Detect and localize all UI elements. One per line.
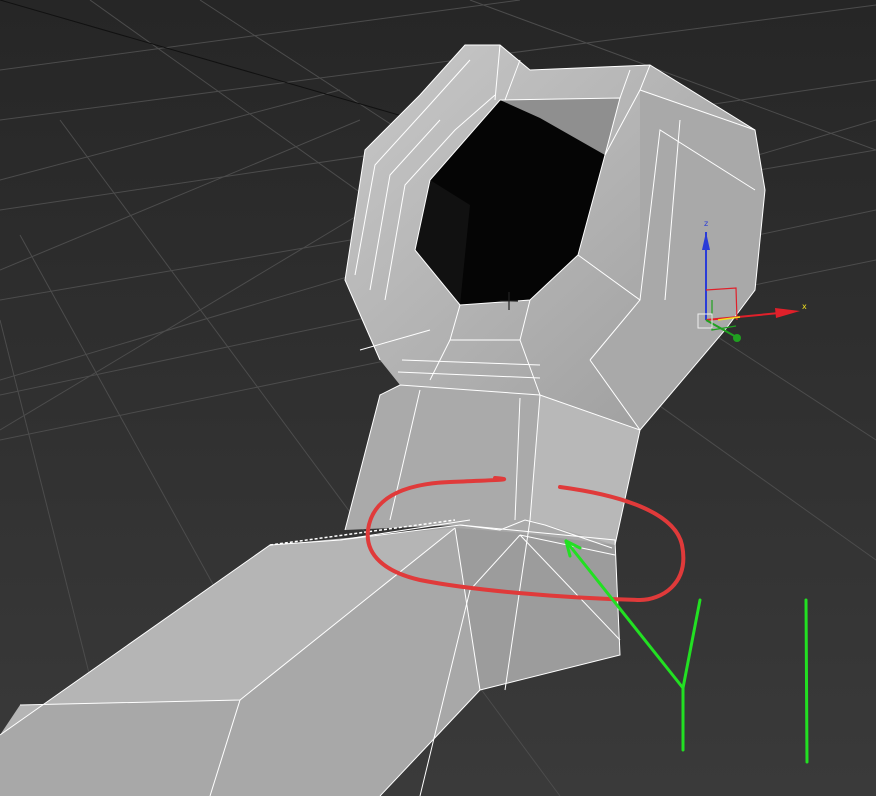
gizmo-x-label: x: [802, 302, 807, 311]
3d-viewport[interactable]: z x: [0, 0, 876, 796]
gizmo-y-handle-icon[interactable]: [733, 334, 741, 342]
gizmo-z-label: z: [704, 219, 708, 228]
